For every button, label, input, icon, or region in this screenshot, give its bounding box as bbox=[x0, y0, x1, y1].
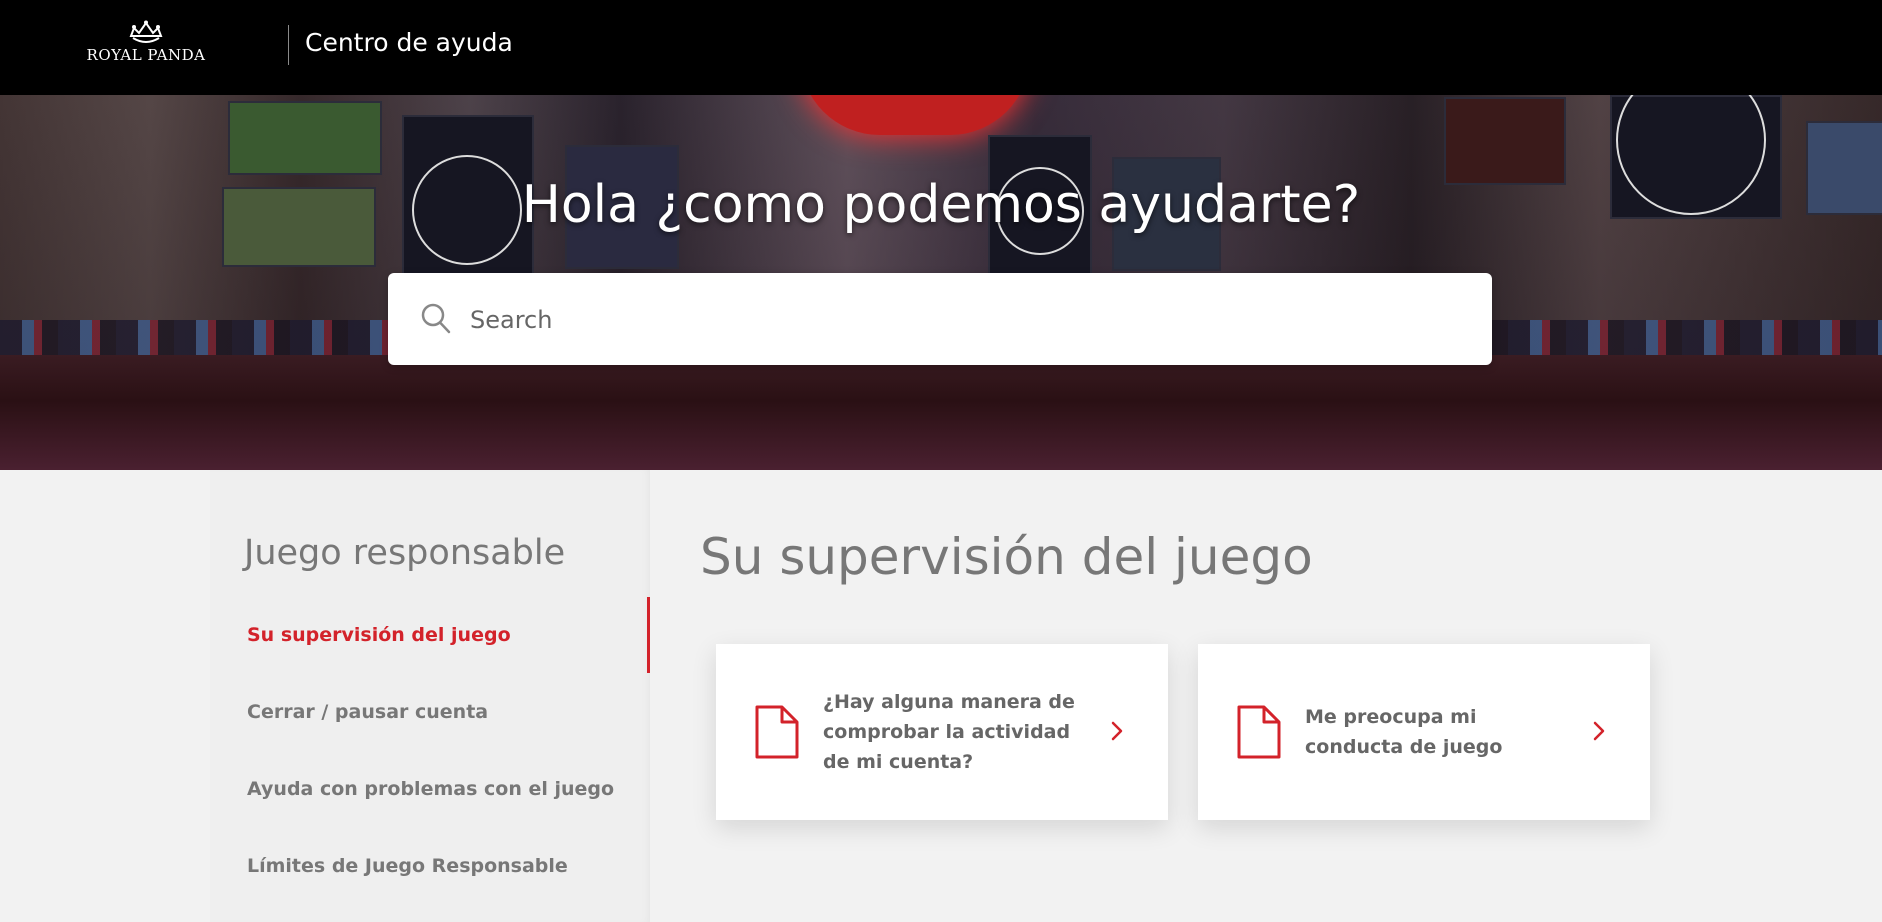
hero-decor-floor bbox=[0, 355, 1882, 470]
document-icon bbox=[1237, 705, 1281, 759]
sidebar-item-ayuda-problemas[interactable]: Ayuda con problemas con el juego bbox=[247, 778, 614, 800]
hero-banner: Hola ¿como podemos ayudarte? bbox=[0, 95, 1882, 470]
help-center-title[interactable]: Centro de ayuda bbox=[305, 28, 513, 57]
article-card[interactable]: ¿Hay alguna manera de comprobar la activ… bbox=[716, 644, 1168, 820]
sidebar-item-su-supervision[interactable]: Su supervisión del juego bbox=[247, 624, 511, 646]
royal-panda-logo[interactable]: ROYAL PANDA bbox=[84, 20, 208, 68]
hero-decor-screen bbox=[228, 101, 382, 175]
hero-decor-screen bbox=[1444, 97, 1566, 185]
sidebar-active-indicator bbox=[647, 597, 650, 673]
hero-decor-dome bbox=[800, 95, 1030, 135]
crown-icon bbox=[129, 20, 163, 43]
sidebar-item-limites[interactable]: Límites de Juego Responsable bbox=[247, 855, 568, 877]
header-divider bbox=[288, 25, 289, 65]
search-icon bbox=[421, 303, 451, 334]
sidebar-item-cerrar-pausar[interactable]: Cerrar / pausar cuenta bbox=[247, 701, 488, 723]
top-navigation-bar: ROYAL PANDA Centro de ayuda bbox=[0, 0, 1882, 95]
chevron-right-icon bbox=[1111, 721, 1123, 741]
logo-wordmark: ROYAL PANDA bbox=[86, 46, 206, 64]
section-title: Su supervisión del juego bbox=[700, 528, 1313, 586]
sidebar-title: Juego responsable bbox=[244, 533, 566, 573]
search-input[interactable] bbox=[468, 291, 1462, 349]
hero-title: Hola ¿como podemos ayudarte? bbox=[521, 175, 1361, 235]
article-title: ¿Hay alguna manera de comprobar la activ… bbox=[823, 691, 1075, 773]
document-icon bbox=[755, 705, 799, 759]
article-title: Me preocupa mi conducta de juego bbox=[1305, 706, 1503, 758]
chevron-right-icon bbox=[1593, 721, 1605, 741]
article-card[interactable]: Me preocupa mi conducta de juego bbox=[1198, 644, 1650, 820]
search-box[interactable] bbox=[388, 273, 1492, 365]
